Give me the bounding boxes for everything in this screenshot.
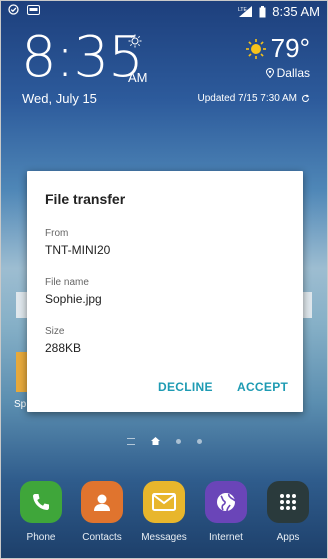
contacts-icon[interactable] [81, 481, 123, 523]
dock-label-internet: Internet [209, 532, 243, 543]
weather-widget[interactable]: 79° Dallas [245, 33, 310, 80]
from-value: TNT-MINI20 [45, 243, 111, 257]
svg-text:LTE: LTE [238, 7, 247, 13]
file-transfer-dialog: File transfer From TNT-MINI20 File name … [27, 171, 303, 412]
dock-label-phone: Phone [26, 532, 56, 543]
weather-temperature: 79° [270, 33, 310, 63]
messages-icon[interactable] [143, 481, 185, 523]
home-screen: LTE 8:35 AM 8:35 AM Wed, July 15 79° Dal… [0, 0, 328, 559]
clock-date: Wed, July 15 [22, 91, 97, 106]
dock-label-contacts: Contacts [82, 532, 122, 543]
sun-small-icon [128, 34, 142, 53]
lte-signal-icon: LTE [238, 6, 253, 17]
weather-location: Dallas [276, 66, 310, 80]
page-indicator-briefing[interactable] [126, 437, 135, 445]
status-bar: LTE 8:35 AM [0, 0, 328, 22]
dock-item-apps[interactable]: Apps [259, 481, 317, 543]
dock-item-internet[interactable]: Internet [197, 481, 255, 543]
page-dot[interactable] [196, 438, 202, 444]
location-pin-icon [265, 68, 274, 78]
page-dot[interactable] [175, 438, 181, 444]
weather-updated: Updated 7/15 7:30 AM [197, 93, 310, 104]
accept-button[interactable]: ACCEPT [237, 380, 288, 394]
sun-icon [245, 38, 267, 60]
battery-icon [259, 5, 266, 18]
dock-label-apps: Apps [276, 532, 300, 543]
dock-label-messages: Messages [141, 532, 187, 543]
from-label: From [45, 228, 69, 239]
refresh-icon[interactable] [301, 94, 310, 103]
size-value: 288KB [45, 341, 82, 355]
dock-item-messages[interactable]: Messages [135, 481, 193, 543]
size-label: Size [45, 326, 65, 337]
dock-item-contacts[interactable]: Contacts [73, 481, 131, 543]
clock-widget[interactable]: 8:35 AM Wed, July 15 [21, 25, 148, 107]
home-page-icon[interactable] [150, 437, 160, 445]
dialog-title: File transfer [45, 191, 126, 207]
phone-icon[interactable] [20, 481, 62, 523]
card-icon [27, 4, 40, 15]
apps-icon[interactable] [267, 481, 309, 523]
decline-button[interactable]: DECLINE [158, 380, 213, 394]
internet-icon[interactable] [205, 481, 247, 523]
clock-ampm: AM [128, 70, 148, 85]
status-time: 8:35 AM [272, 4, 320, 19]
app-label-fragment: Sp [14, 399, 27, 410]
file-name-value: Sophie.jpg [45, 292, 102, 306]
notification-check-icon [8, 4, 19, 15]
clock-time: 8:35 [21, 25, 144, 90]
app-dock: Phone Contacts Messages Internet Apps [0, 481, 328, 551]
page-indicator[interactable] [0, 437, 328, 445]
weather-updated-text: Updated 7/15 7:30 AM [197, 93, 297, 104]
dock-item-phone[interactable]: Phone [12, 481, 70, 543]
file-name-label: File name [45, 277, 89, 288]
